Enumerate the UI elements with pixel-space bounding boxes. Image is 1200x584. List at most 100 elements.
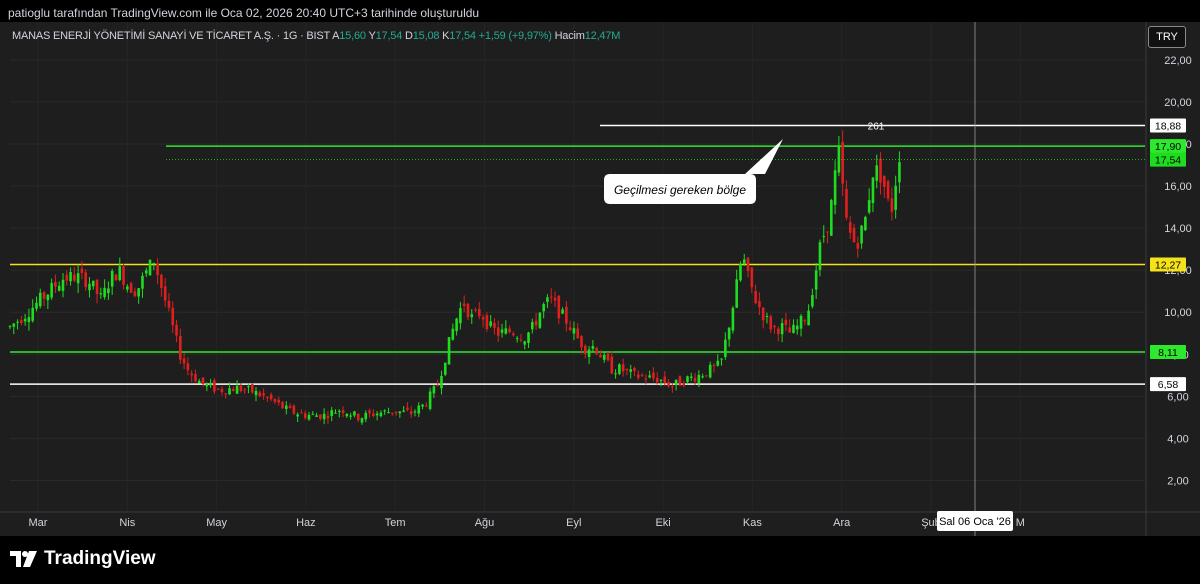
- candle-body: [663, 376, 667, 383]
- candle-body: [201, 377, 205, 384]
- candle-body: [788, 327, 791, 333]
- y-tick-label: 14,00: [1164, 223, 1192, 235]
- candle-body: [504, 328, 508, 334]
- x-tick-label: Eki: [655, 517, 670, 529]
- candle-body: [671, 386, 674, 388]
- candle-body: [76, 273, 80, 284]
- candle-body: [761, 307, 765, 321]
- y-tick-label: 4,00: [1167, 433, 1188, 445]
- candle-body: [186, 363, 190, 371]
- candle-body: [689, 376, 693, 378]
- candle-body: [243, 389, 246, 391]
- candle-body: [330, 410, 334, 416]
- candle-body: [190, 373, 193, 376]
- candle-body: [618, 364, 621, 374]
- candle-body: [811, 295, 814, 307]
- candle-body: [326, 415, 330, 419]
- candle-body: [864, 216, 867, 231]
- candle-body: [228, 388, 231, 395]
- candle-body: [84, 272, 87, 288]
- candle-body: [716, 360, 720, 366]
- candle-body: [583, 345, 587, 354]
- candle-body: [349, 415, 352, 417]
- candle-body: [720, 358, 723, 360]
- candle-body: [462, 303, 466, 306]
- candle-body: [481, 317, 485, 320]
- candle-body: [447, 337, 451, 365]
- candle-body: [379, 412, 383, 417]
- candle-body: [523, 341, 527, 345]
- candle-body: [250, 384, 254, 393]
- level-annotation: 261: [868, 121, 885, 132]
- candle-body: [20, 320, 23, 324]
- candle-body: [792, 324, 795, 333]
- y-tick-label: 6,00: [1167, 391, 1188, 403]
- candle-body: [814, 270, 818, 290]
- candle-body: [565, 306, 568, 324]
- candle-body: [284, 405, 288, 409]
- candle-body: [167, 300, 171, 308]
- candle-body: [65, 274, 69, 281]
- x-tick-label: M: [1016, 517, 1025, 529]
- candle-body: [171, 307, 175, 326]
- candle-body: [852, 227, 856, 243]
- x-tick-label: Tem: [385, 517, 406, 529]
- candle-body: [160, 274, 163, 289]
- currency-button[interactable]: TRY: [1148, 26, 1186, 48]
- candle-body: [148, 259, 152, 276]
- candle-body: [474, 309, 477, 311]
- candle-body: [273, 398, 277, 402]
- price-chart[interactable]: 2,004,006,008,0010,0012,0014,0016,0018,0…: [0, 22, 1200, 536]
- candle-body: [648, 375, 651, 378]
- candle-body: [110, 270, 114, 287]
- candle-body: [345, 413, 349, 417]
- candle-body: [141, 275, 144, 289]
- price-axis-tag-label: 6,58: [1158, 379, 1179, 391]
- x-tick-label: Nis: [119, 517, 135, 529]
- x-tick-label: May: [206, 517, 227, 529]
- candle-body: [247, 386, 250, 388]
- tradingview-logo[interactable]: TradingView: [10, 548, 156, 570]
- candle-body: [735, 279, 738, 308]
- candle-body: [708, 364, 712, 378]
- last-price-label: 17,54: [1155, 155, 1181, 167]
- candle-body: [88, 283, 91, 291]
- candle-body: [73, 274, 76, 281]
- candle-body: [769, 316, 773, 330]
- x-tick-label: Kas: [743, 517, 762, 529]
- candle-body: [425, 405, 428, 407]
- candle-body: [519, 339, 523, 341]
- candle-body: [572, 328, 576, 334]
- candle-body: [568, 327, 572, 331]
- candle-body: [179, 336, 182, 360]
- candle-body: [421, 404, 424, 407]
- candle-body: [686, 376, 689, 383]
- candle-body: [591, 346, 595, 349]
- candle-body: [557, 295, 561, 319]
- candle-body: [69, 271, 72, 282]
- candle-body: [50, 283, 53, 298]
- candle-body: [31, 307, 35, 321]
- candle-body: [224, 393, 228, 395]
- candle-body: [220, 389, 224, 393]
- crosshair-date-label: Sal 06 Oca '26: [939, 516, 1011, 528]
- candle-body: [413, 411, 417, 413]
- candle-body: [122, 266, 125, 285]
- candle-body: [8, 326, 12, 328]
- candle-body: [678, 376, 682, 386]
- callout[interactable]: Geçilmesi gereken bölge: [604, 139, 783, 204]
- candle-body: [42, 292, 46, 299]
- candle-body: [780, 323, 784, 335]
- candle-body: [46, 294, 50, 301]
- candle-body: [754, 291, 757, 304]
- candle-body: [890, 198, 894, 212]
- candle-body: [871, 177, 875, 204]
- candle-body: [773, 325, 776, 328]
- candle-body: [428, 391, 432, 409]
- candle-body: [383, 410, 387, 412]
- candle-body: [300, 412, 303, 414]
- candle-body: [266, 397, 269, 399]
- y-tick-label: 16,00: [1164, 181, 1192, 193]
- candle-body: [262, 393, 265, 396]
- candle-body: [856, 243, 860, 249]
